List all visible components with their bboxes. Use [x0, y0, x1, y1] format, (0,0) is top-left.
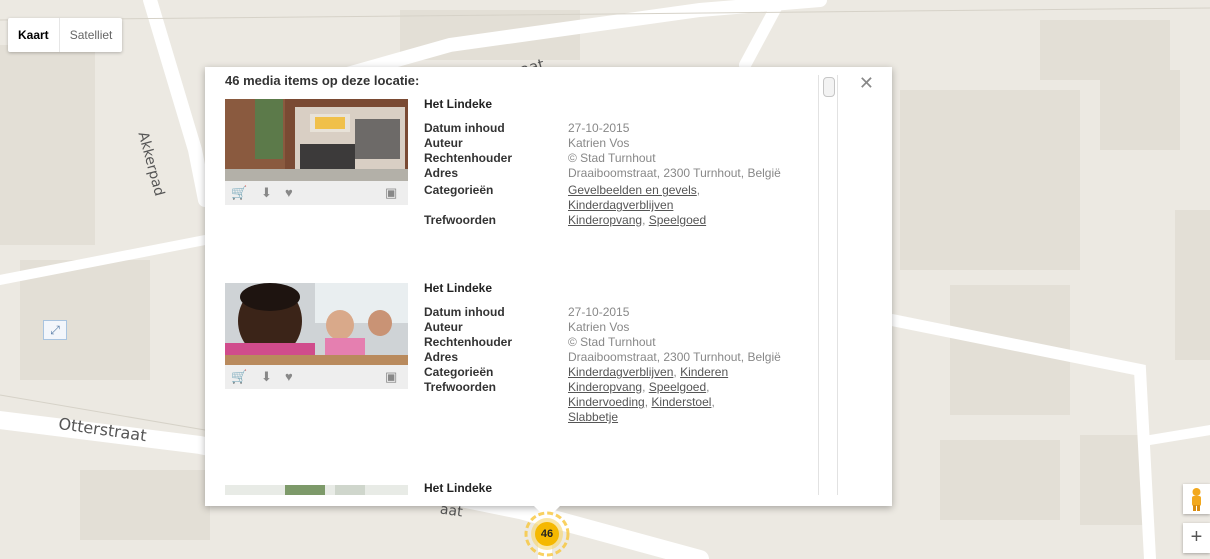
value-address: Draaiboomstraat, 2300 Turnhout, België: [568, 166, 781, 180]
label-address: Adres: [424, 350, 459, 364]
value-date: 27-10-2015: [568, 305, 630, 319]
label-categories: Categorieën: [424, 183, 494, 197]
media-photo-building[interactable]: [225, 99, 408, 181]
thumbnail-toolbar: 🛒 ⬇ ♥ ▣: [225, 181, 408, 205]
pegman-icon[interactable]: [1183, 484, 1210, 514]
keyword-link[interactable]: Slabbetje: [568, 410, 618, 424]
shopping-cart-icon[interactable]: 🛒: [231, 369, 247, 385]
keyword-link[interactable]: Speelgoed: [649, 213, 706, 227]
value-author: Katrien Vos: [568, 136, 630, 150]
info-window-title: 46 media items op deze locatie:: [225, 73, 420, 88]
shopping-cart-icon[interactable]: 🛒: [231, 185, 247, 201]
close-icon[interactable]: ✕: [859, 73, 874, 94]
media-photo-partial[interactable]: [225, 485, 408, 495]
value-author: Katrien Vos: [568, 320, 630, 334]
category-link[interactable]: Gevelbeelden en gevels: [568, 183, 697, 197]
label-date: Datum inhoud: [424, 305, 505, 319]
label-rights: Rechtenhouder: [424, 151, 513, 165]
category-link[interactable]: Kinderdagverblijven: [568, 198, 673, 212]
label-address: Adres: [424, 166, 459, 180]
media-item-meta: Datum inhoud 27-10-2015 Auteur Katrien Vos…: [424, 305, 815, 425]
heart-icon[interactable]: ♥: [285, 185, 293, 200]
label-keywords: Trefwoorden: [424, 380, 497, 394]
keyword-link[interactable]: Kinderopvang: [568, 380, 642, 394]
label-rights: Rechtenhouder: [424, 335, 513, 349]
label-author: Auteur: [424, 136, 463, 150]
download-icon[interactable]: ⬇: [261, 185, 272, 201]
download-icon[interactable]: ⬇: [261, 369, 272, 385]
media-item-title: Het Lindeke: [424, 281, 493, 295]
map-type-kaart-button[interactable]: Kaart: [8, 18, 59, 52]
zoom-in-icon[interactable]: +: [1183, 523, 1210, 553]
label-author: Auteur: [424, 320, 463, 334]
map-type-satelliet-button[interactable]: Satelliet: [58, 18, 123, 52]
scrollbar[interactable]: [818, 75, 838, 495]
value-rights: © Stad Turnhout: [568, 335, 656, 349]
keyword-link[interactable]: Speelgoed: [649, 380, 706, 394]
thumbnail-toolbar: 🛒 ⬇ ♥ ▣: [225, 365, 408, 389]
value-rights: © Stad Turnhout: [568, 151, 656, 165]
image-icon[interactable]: ▣: [385, 369, 397, 385]
category-link[interactable]: Kinderen: [680, 365, 728, 379]
scrollbar-thumb[interactable]: [823, 77, 835, 97]
media-thumbnail[interactable]: 🛒 ⬇ ♥ ▣: [225, 283, 408, 389]
media-photo-children[interactable]: [225, 283, 408, 365]
map-type-control: Kaart Satelliet: [8, 18, 123, 52]
label-date: Datum inhoud: [424, 121, 505, 135]
marker-cluster[interactable]: 46: [523, 510, 571, 558]
media-item-meta: Datum inhoud 27-10-2015 Auteur Katrien Vos…: [424, 121, 815, 228]
keyword-link[interactable]: Kinderstoel: [651, 395, 711, 409]
keyword-link[interactable]: Kinderopvang: [568, 213, 642, 227]
value-date: 27-10-2015: [568, 121, 630, 135]
heart-icon[interactable]: ♥: [285, 369, 293, 384]
media-item-title: Het Lindeke: [424, 481, 493, 495]
image-icon[interactable]: ▣: [385, 185, 397, 201]
media-list[interactable]: 🛒 ⬇ ♥ ▣ Het Lindeke Datum inhoud 27-10-20…: [225, 95, 815, 495]
info-window: 46 media items op deze locatie: ✕ 🛒 ⬇ ♥ …: [205, 67, 892, 506]
keyword-link[interactable]: Kindervoeding: [568, 395, 645, 409]
category-link[interactable]: Kinderdagverblijven: [568, 365, 673, 379]
label-keywords: Trefwoorden: [424, 213, 497, 227]
value-address: Draaiboomstraat, 2300 Turnhout, België: [568, 350, 781, 364]
fullscreen-icon[interactable]: ⤢: [43, 320, 67, 340]
media-thumbnail[interactable]: 🛒 ⬇ ♥ ▣: [225, 99, 408, 205]
cluster-count[interactable]: 46: [535, 522, 559, 546]
media-item-title: Het Lindeke: [424, 97, 493, 111]
label-categories: Categorieën: [424, 365, 494, 379]
